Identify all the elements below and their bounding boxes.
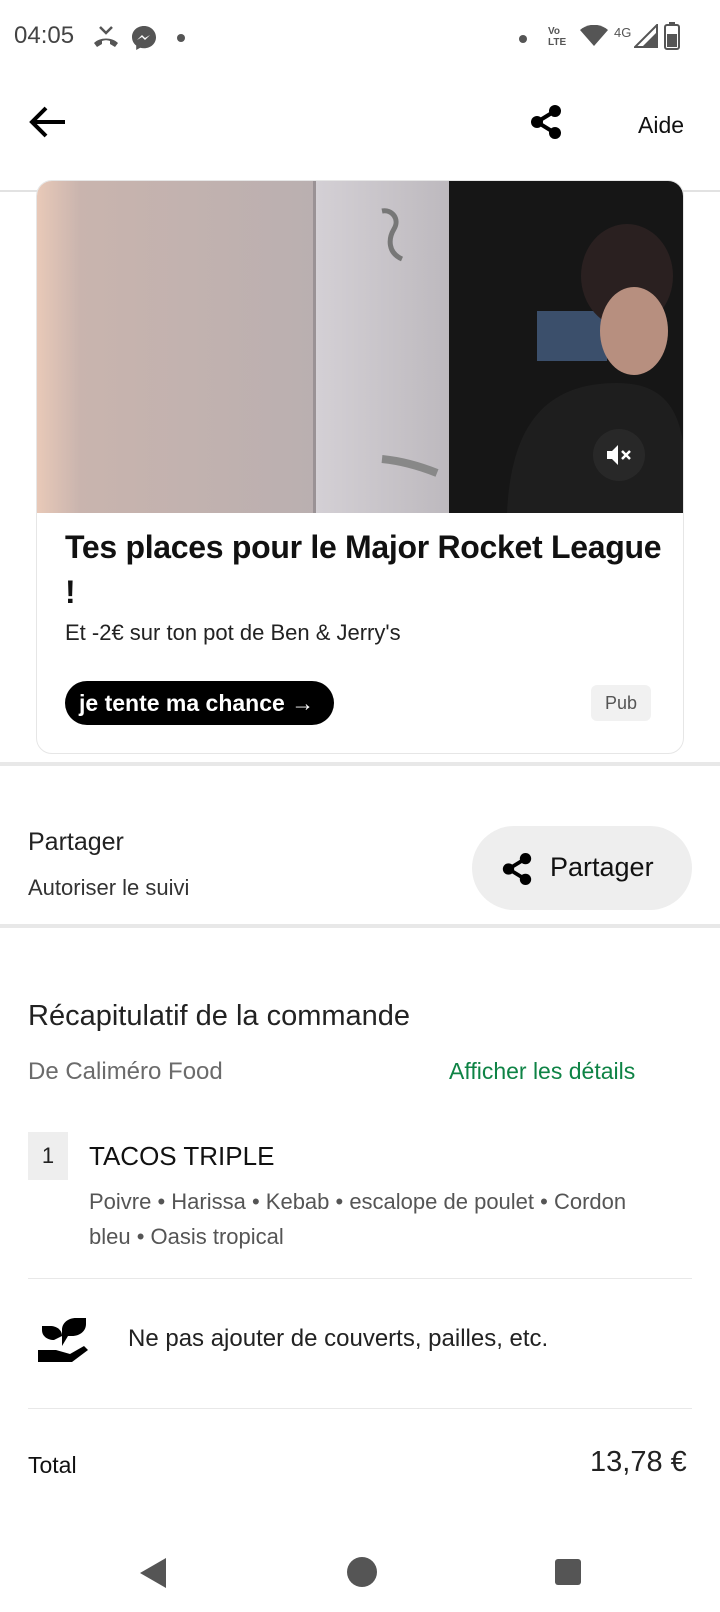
show-details-link[interactable]: Afficher les détails — [449, 1058, 635, 1085]
item-name: TACOS TRIPLE — [89, 1141, 275, 1171]
total-label: Total — [28, 1452, 77, 1478]
battery-icon — [664, 22, 680, 50]
section-divider — [0, 762, 720, 766]
restaurant-name: De Caliméro Food — [28, 1058, 223, 1085]
signal-icon — [634, 24, 658, 48]
messenger-icon — [132, 26, 156, 50]
share-icon — [502, 852, 532, 886]
divider — [28, 1278, 692, 1279]
dot-icon — [519, 35, 527, 43]
network-type: 4G — [614, 25, 632, 40]
volte-icon: Vo LTE — [548, 26, 567, 48]
share-button[interactable]: Partager — [472, 826, 692, 910]
item-options: Poivre • Harissa • Kebab • escalope de p… — [89, 1189, 627, 1249]
nav-home-icon[interactable] — [346, 1556, 378, 1588]
share-title: Partager — [28, 828, 124, 856]
ad-card[interactable]: Tes places pour le Major Rocket League !… — [36, 180, 684, 754]
ad-video-frame — [37, 181, 683, 513]
total-value: 13,78 € — [590, 1446, 687, 1478]
ad-badge: Pub — [591, 685, 651, 721]
wifi-icon — [580, 25, 608, 46]
order-summary-title: Récapitulatif de la commande — [28, 1000, 411, 1032]
no-cutlery-note: Ne pas ajouter de couverts, pailles, etc… — [128, 1325, 549, 1352]
nav-back-icon[interactable] — [138, 1556, 168, 1590]
ad-video[interactable] — [37, 181, 683, 513]
share-icon[interactable] — [528, 104, 564, 140]
share-button-label: Partager — [550, 852, 654, 882]
share-subtitle: Autoriser le suivi — [28, 875, 190, 900]
ad-cta-button[interactable]: je tente ma chance → — [65, 681, 335, 725]
item-quantity: 1 — [28, 1132, 68, 1180]
ad-title: Tes places pour le Major Rocket League ! — [65, 529, 662, 610]
eco-hand-icon — [38, 1318, 88, 1362]
dot-icon — [177, 34, 185, 42]
back-arrow-icon[interactable] — [28, 104, 68, 140]
missed-call-icon — [94, 26, 118, 47]
section-divider — [0, 924, 720, 928]
system-nav-bar — [0, 1540, 720, 1612]
help-button[interactable]: Aide — [638, 112, 684, 139]
mute-icon[interactable] — [605, 441, 633, 469]
nav-recents-icon[interactable] — [554, 1558, 582, 1586]
divider — [28, 1408, 692, 1409]
ad-subtitle: Et -2€ sur ton pot de Ben & Jerry's — [65, 620, 401, 645]
status-time: 04:05 — [14, 22, 75, 49]
